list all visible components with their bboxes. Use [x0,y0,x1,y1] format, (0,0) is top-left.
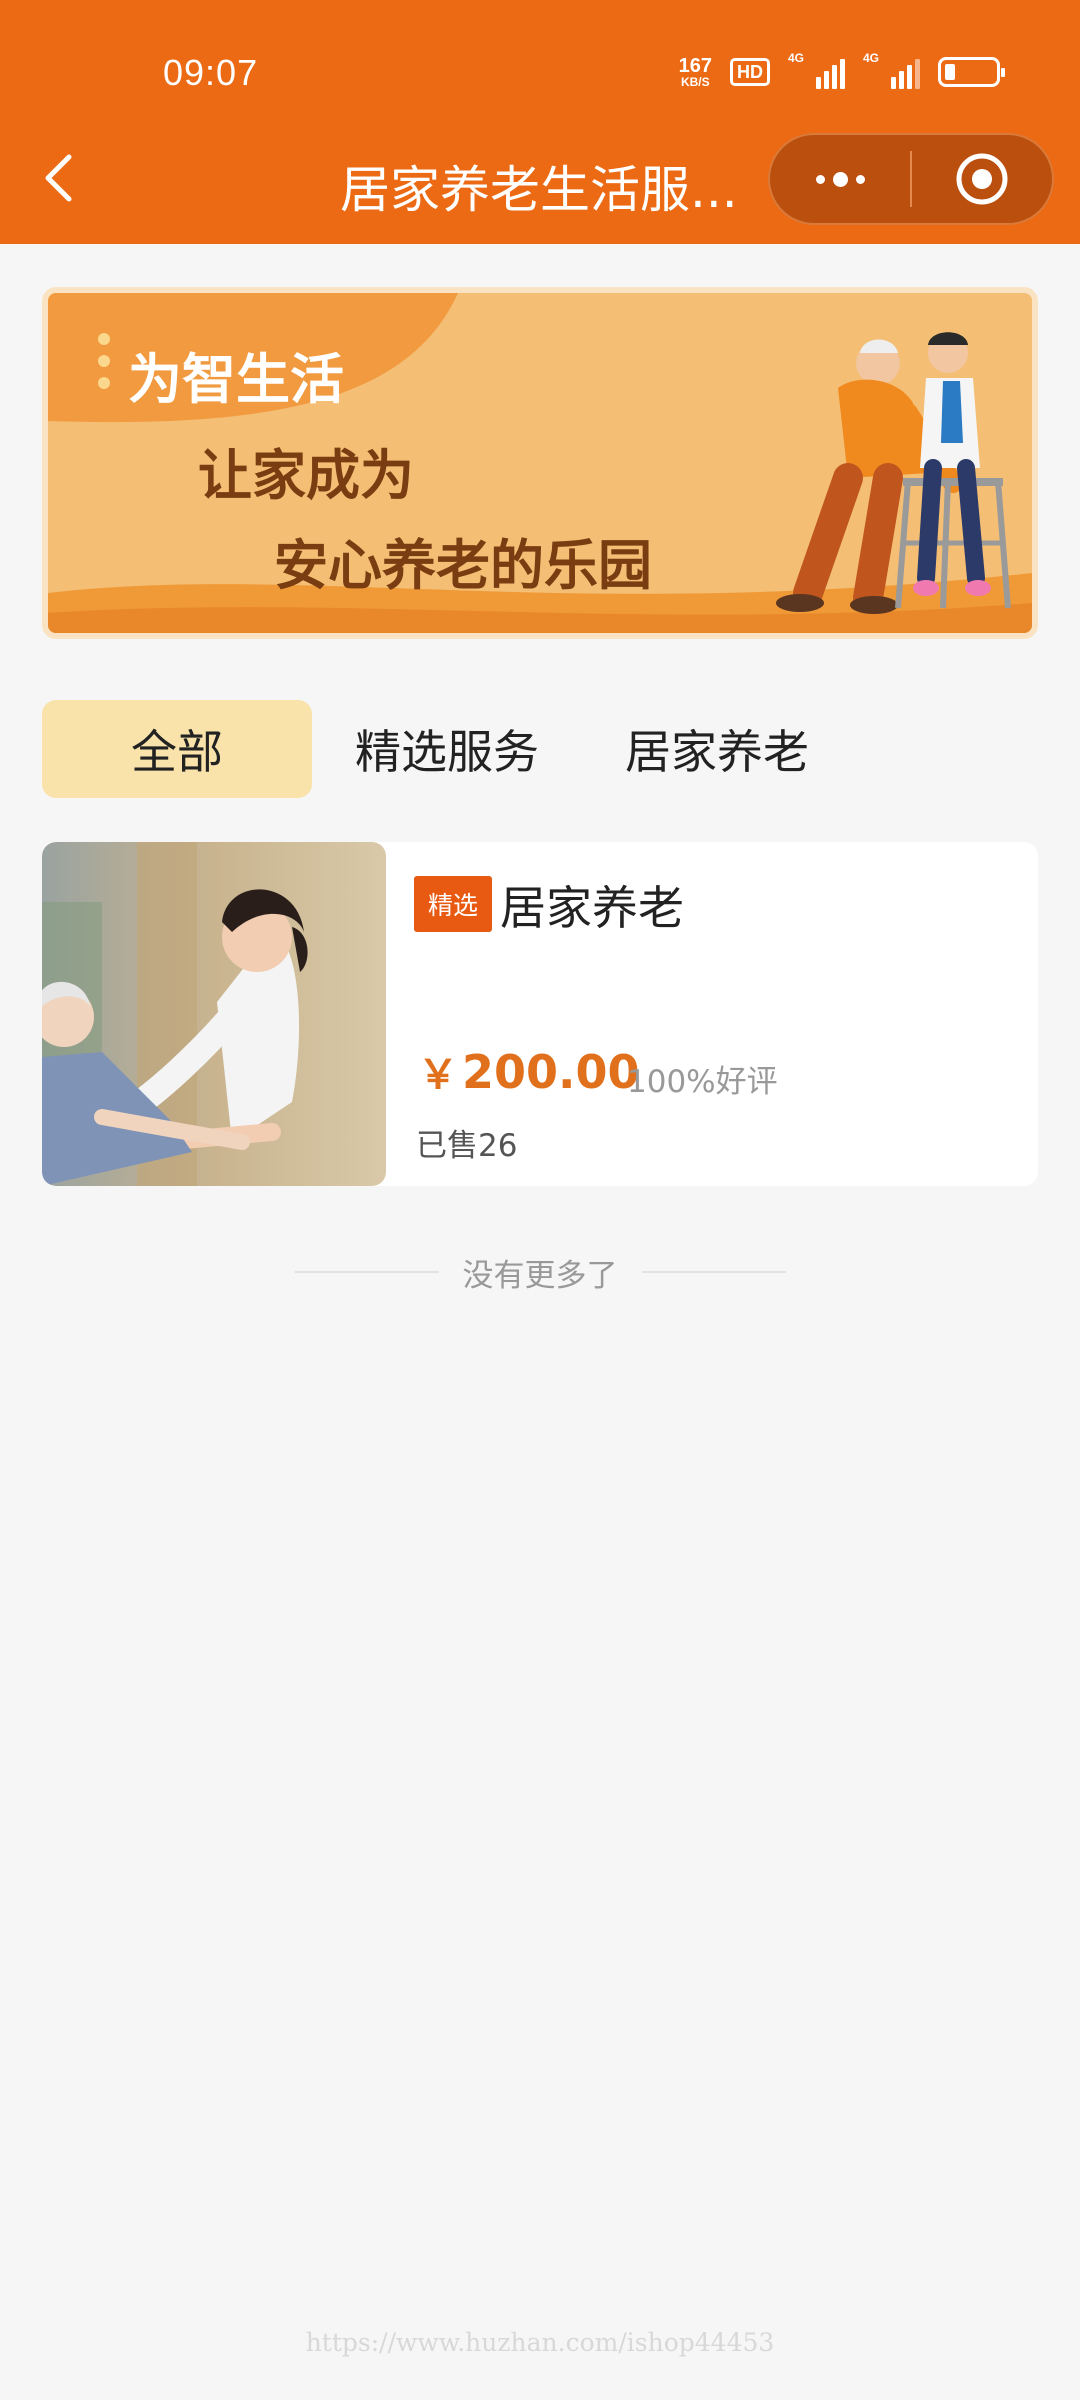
banner-dots-decoration [98,333,110,389]
banner-headline-2: 让家成为 [198,444,414,507]
back-button[interactable] [36,146,80,210]
signal-icon-2: 4G [863,51,920,89]
tab-all[interactable]: 全部 [42,700,312,798]
signal-icon: 4G [788,51,845,89]
product-title: 居家养老 [500,881,684,935]
close-button[interactable] [912,135,1052,223]
divider-left [294,1271,439,1273]
product-card[interactable]: 精选 居家养老 ￥200.00 100%好评 已售26 [42,842,1038,1186]
net-speed-unit: KB/S [680,75,710,89]
network-speed-indicator: 167 KB/S [679,56,712,88]
status-time: 09:07 [163,52,259,93]
divider-right [641,1271,786,1273]
signal-label: 4G [788,51,805,65]
status-icons: 167 KB/S HD 4G 4G [679,51,1005,92]
chevron-left-icon [45,154,72,202]
hd-icon: HD [730,58,770,86]
list-end-indicator: 没有更多了 [0,1250,1080,1294]
product-image [42,842,386,1186]
mini-program-capsule [768,133,1054,225]
category-tabs: 全部 精选服务 居家养老 [42,700,852,798]
list-end-text: 没有更多了 [462,1257,618,1294]
product-price: ￥200.00 [418,1042,640,1100]
page-title: 居家养老生活服... [340,161,738,219]
product-rating: 100%好评 [627,1064,778,1100]
battery-icon [938,57,1005,87]
target-close-icon [956,153,1008,205]
featured-badge: 精选 [414,876,492,932]
currency-symbol: ￥ [418,1052,458,1098]
watermark: https://www.huzhan.com/ishop44453 [305,2328,775,2357]
nurse-elderly-photo [42,842,386,1186]
more-button[interactable] [770,135,910,223]
tab-featured-services[interactable]: 精选服务 [312,700,582,798]
product-sold-count: 已售26 [416,1128,518,1164]
banner-headline-1: 为智生活 [128,348,344,411]
signal-label-2: 4G [863,51,880,65]
price-value: 200.00 [462,1045,640,1099]
promo-banner[interactable]: 为智生活 让家成为 安心养老的乐园 [42,287,1038,639]
net-speed-value: 167 [678,55,712,77]
header: 09:07 167 KB/S HD 4G 4G 居家养老生活服... [0,0,1080,244]
banner-headline-3: 安心养老的乐园 [274,534,652,597]
tab-home-elderly-care[interactable]: 居家养老 [582,700,852,798]
